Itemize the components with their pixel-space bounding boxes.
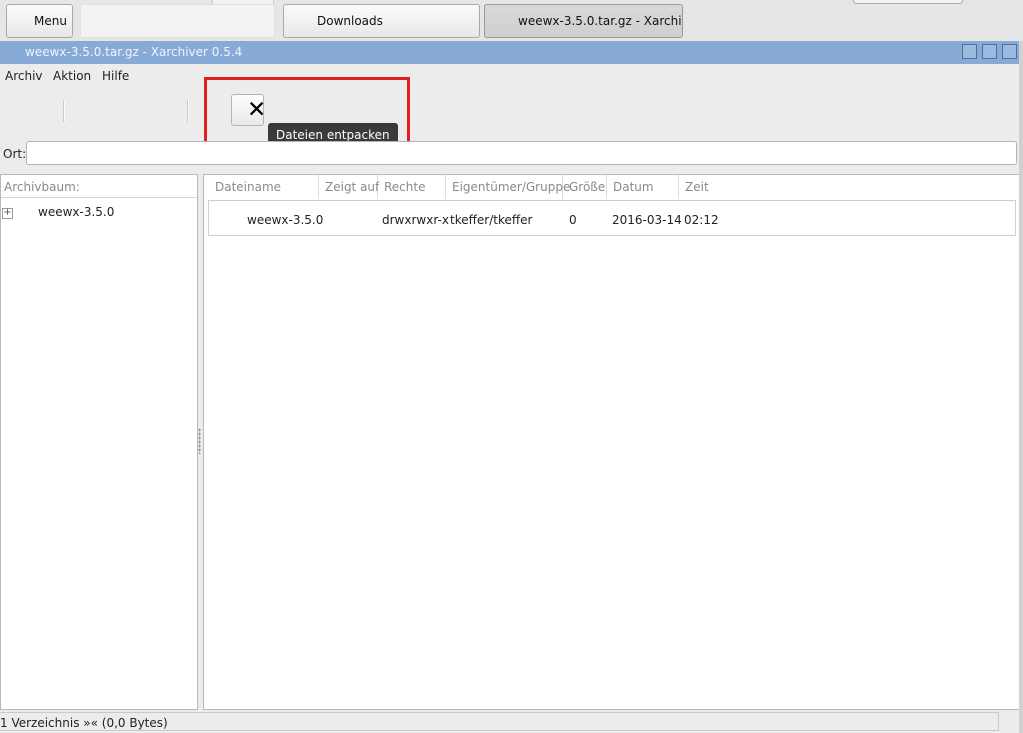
statusbar: 1 Verzeichnis »« (0,0 Bytes) [0,710,1023,733]
column-header-size[interactable]: Größe [563,175,607,199]
window-titlebar[interactable]: weewx-3.5.0.tar.gz - Xarchiver 0.5.4 [0,41,1023,64]
location-input[interactable] [26,141,1017,165]
maximize-button[interactable] [982,44,997,59]
taskbar-downloads-button[interactable]: Downloads [283,4,480,38]
column-header-time[interactable]: Zeit [679,175,739,199]
window-edge [1019,41,1023,733]
column-header-permissions[interactable]: Rechte [378,175,446,199]
close-window-button[interactable] [1002,44,1017,59]
taskbar-xarchiver-button[interactable]: weewx-3.5.0.tar.gz - Xarchive... [484,4,683,38]
minimize-button[interactable] [962,44,977,59]
file-list-pane: Dateiname Zeigt auf Rechte Eigentümer/Gr… [203,174,1021,710]
column-header-owner[interactable]: Eigentümer/Gruppe [446,175,570,199]
menu-button-label: Menu [34,14,67,28]
taskbar-stub-right [853,0,963,4]
window-title: weewx-3.5.0.tar.gz - Xarchiver 0.5.4 [25,45,243,59]
archive-tree-pane: Archivbaum: + weewx-3.5.0 [0,174,198,710]
menu-button[interactable]: Menu [6,4,73,38]
column-header-filename[interactable]: Dateiname [209,175,319,199]
archive-tree-header-label: Archivbaum: [4,180,80,194]
column-header-date[interactable]: Datum [607,175,679,199]
cell-owner: tkeffer/tkeffer [450,213,533,227]
menu-hilfe[interactable]: Hilfe [102,69,129,83]
taskbar-empty-slot[interactable] [80,4,275,38]
table-row[interactable]: weewx-3.5.0 drwxrwxr-x tkeffer/tkeffer 0… [208,200,1016,236]
cell-time: 02:12 [684,213,719,227]
cell-size: 0 [569,213,577,227]
status-text: 1 Verzeichnis »« (0,0 Bytes) [0,716,168,730]
taskbar: Menu Downloads weewx-3.5.0.tar.gz - Xarc… [0,0,1023,41]
location-label: Ort: [3,147,27,161]
menu-aktion[interactable]: Aktion [53,69,91,83]
pane-splitter-handle[interactable] [198,428,201,454]
toolbar-separator [63,100,65,122]
archive-tree-header: Archivbaum: [1,175,197,198]
taskbar-downloads-label: Downloads [317,14,383,28]
menubar: Archiv Aktion Hilfe [0,64,1023,88]
cell-date: 2016-03-14 [612,213,682,227]
taskbar-xarchiver-label: weewx-3.5.0.tar.gz - Xarchive... [518,14,682,28]
column-header-link[interactable]: Zeigt auf [319,175,379,199]
menu-archiv[interactable]: Archiv [5,69,43,83]
toolbar-separator [187,100,189,122]
cell-permissions: drwxrwxr-x [382,213,449,227]
tree-item-weewx[interactable]: weewx-3.5.0 [38,205,114,219]
cell-filename: weewx-3.5.0 [247,213,324,227]
toolbar [0,88,1023,138]
expand-icon[interactable]: + [2,208,13,219]
